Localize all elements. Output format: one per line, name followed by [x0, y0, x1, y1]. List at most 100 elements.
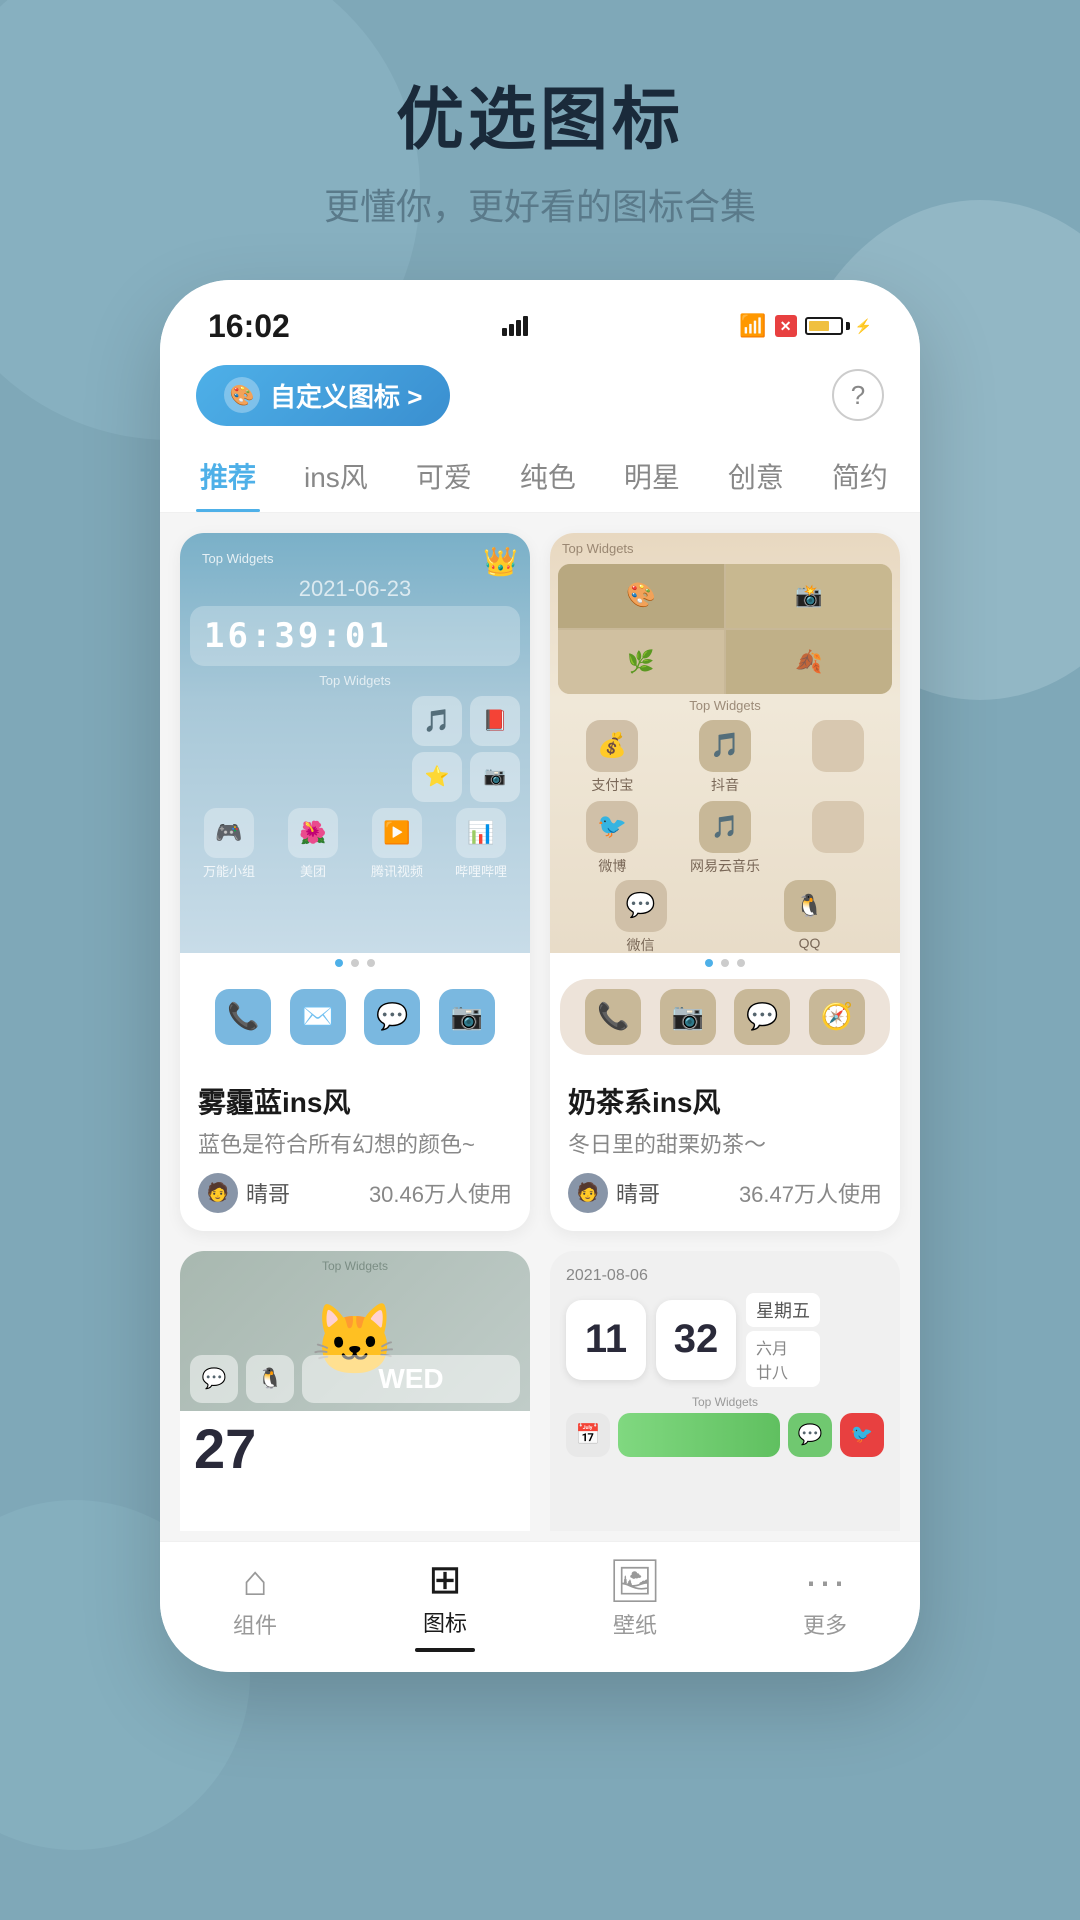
cal-num-2: 32 [656, 1300, 736, 1380]
dock-msg: 💬 [364, 989, 420, 1045]
phone-wrapper: 16:02 📶 ✕ ⚡ 🎨 [0, 280, 1080, 1672]
crown-badge: 👑 [483, 545, 518, 578]
nav-item-more[interactable]: ··· 更多 [730, 1560, 920, 1652]
author-name-blue: 晴哥 [246, 1177, 290, 1209]
blue-grid-icon-2: 🌺 美团 [274, 808, 352, 880]
blue-dock: 📞 ✉️ 💬 📷 [190, 979, 520, 1055]
cream-dock-msg: 💬 [734, 989, 790, 1045]
cal-app-row: 📅 💬 🐦 [566, 1413, 884, 1457]
theme-preview-cream: Top Widgets 🎨 📸 🌿 🍂 Top Widgets [550, 533, 900, 953]
cal-day-partial: 27 [194, 1421, 256, 1477]
custom-btn-label: 自定义图标 > [270, 377, 422, 414]
status-icons: 📶 ✕ ⚡ [739, 313, 872, 339]
cream-dots [550, 953, 900, 973]
signal-icon [502, 316, 528, 336]
preview-header-cream: Top Widgets [550, 533, 900, 560]
cream-icon-grid2: 🐦 微博 🎵 网易云音乐 [550, 799, 900, 878]
author-name-cream: 晴哥 [616, 1177, 660, 1209]
help-icon: ? [851, 380, 865, 411]
theme-users-blue: 30.46万人使用 [369, 1177, 512, 1209]
icon-label: 图标 [423, 1606, 467, 1638]
theme-card-cream[interactable]: Top Widgets 🎨 📸 🌿 🍂 Top Widgets [550, 533, 900, 1231]
tab-bar: 推荐 ins风 可爱 纯色 明星 创意 简约 [160, 442, 920, 513]
hero-title: 优选图标 [0, 80, 1080, 162]
preview-header-blue: Top Widgets [190, 543, 520, 570]
widget-icon: ⌂ [242, 1560, 267, 1602]
cal-num-1: 11 [566, 1300, 646, 1380]
theme-preview-blue: 👑 Top Widgets 2021-06-23 16:39:01 Top Wi [180, 533, 530, 953]
phone-frame: 16:02 📶 ✕ ⚡ 🎨 [160, 280, 920, 1672]
wallpaper-label: 壁纸 [613, 1608, 657, 1640]
more-icon: ··· [804, 1560, 846, 1602]
blue-app-icon-2: 📕 [470, 696, 520, 746]
dock-phone: 📞 [215, 989, 271, 1045]
dock-mail: ✉️ [290, 989, 346, 1045]
bottom-nav: ⌂ 组件 ⊞ 图标 🖼 壁纸 ··· 更多 [160, 1541, 920, 1672]
theme-desc-blue: 蓝色是符合所有幻想的颜色~ [198, 1127, 512, 1159]
calendar-preview: 2021-08-06 11 32 星期五 六月廿八 Top Widgets 📅 [550, 1251, 900, 1531]
tab-recommend[interactable]: 推荐 [196, 442, 260, 512]
theme-card-cat[interactable]: Top Widgets 🐱 💬 🐧 WED 27 [180, 1251, 530, 1531]
tab-star[interactable]: 明星 [620, 442, 684, 512]
theme-name-cream: 奶茶系ins风 [568, 1081, 882, 1121]
theme-info-cream: 奶茶系ins风 冬日里的甜栗奶茶～ 🧑 晴哥 36.47万人使用 [550, 1065, 900, 1231]
more-label: 更多 [803, 1608, 847, 1640]
cream-dock-compass: 🧭 [809, 989, 865, 1045]
cal-weekday: 星期五 [746, 1293, 820, 1327]
battery-icon: ⚡ [805, 317, 872, 335]
theme-grid: 👑 Top Widgets 2021-06-23 16:39:01 Top Wi [180, 533, 900, 1531]
custom-icon-button[interactable]: 🎨 自定义图标 > [196, 365, 450, 426]
wallpaper-icon: 🖼 [608, 1560, 661, 1602]
cal-lunar: 六月廿八 [746, 1331, 820, 1387]
theme-card-calendar[interactable]: 2021-08-06 11 32 星期五 六月廿八 Top Widgets 📅 [550, 1251, 900, 1531]
cream-icon-grid3: 💬 微信 🐧 QQ [550, 878, 900, 953]
custom-icon: 🎨 [224, 377, 260, 413]
status-time: 16:02 [208, 308, 290, 345]
wifi-icon: 📶 [739, 313, 766, 339]
tab-ins[interactable]: ins风 [300, 442, 372, 512]
icon-icon: ⊞ [428, 1560, 462, 1600]
tab-simple[interactable]: 简约 [828, 442, 892, 512]
widget-label: 组件 [233, 1608, 277, 1640]
cream-dock-phone: 📞 [585, 989, 641, 1045]
blue-grid-icon-4: 📊 哔哩哔哩 [442, 808, 520, 880]
cream-widget-label: Top Widgets [550, 698, 900, 713]
blue-app-icon-3: ⭐ [412, 752, 462, 802]
cream-dock: 📞 📷 💬 🧭 [560, 979, 890, 1055]
hero-subtitle: 更懂你，更好看的图标合集 [0, 178, 1080, 230]
blue-grid-icon-3: ▶️ 腾讯视频 [358, 808, 436, 880]
nav-item-wallpaper[interactable]: 🖼 壁纸 [540, 1560, 730, 1652]
theme-footer-blue: 🧑 晴哥 30.46万人使用 [198, 1173, 512, 1213]
custom-banner: 🎨 自定义图标 > ? [160, 355, 920, 442]
theme-users-cream: 36.47万人使用 [739, 1177, 882, 1209]
cat-preview: Top Widgets 🐱 💬 🐧 WED [180, 1251, 530, 1411]
tab-solid[interactable]: 纯色 [516, 442, 580, 512]
tab-cute[interactable]: 可爱 [412, 442, 476, 512]
cream-icon-grid: 💰 支付宝 🎵 抖音 [550, 716, 900, 799]
blue-app-icon-1: 🎵 [412, 696, 462, 746]
blue-app-icon-4: 📷 [470, 752, 520, 802]
blue-dots [180, 953, 530, 973]
cal-date-display: 11 32 星期五 六月廿八 [566, 1293, 884, 1387]
theme-info-blue: 雾霾蓝ins风 蓝色是符合所有幻想的颜色~ 🧑 晴哥 30.46万人使用 [180, 1065, 530, 1231]
tab-creative[interactable]: 创意 [724, 442, 788, 512]
blue-grid-icon-1: 🎮 万能小组 [190, 808, 268, 880]
author-avatar-blue: 🧑 [198, 1173, 238, 1213]
theme-footer-cream: 🧑 晴哥 36.47万人使用 [568, 1173, 882, 1213]
battery-bolt: ⚡ [855, 318, 872, 335]
theme-author-blue: 🧑 晴哥 [198, 1173, 290, 1213]
cal-date-header: 2021-08-06 [566, 1267, 884, 1285]
hero-section: 优选图标 更懂你，更好看的图标合集 [0, 0, 1080, 260]
nav-item-icon[interactable]: ⊞ 图标 [350, 1560, 540, 1652]
help-button[interactable]: ? [832, 369, 884, 421]
theme-card-blue[interactable]: 👑 Top Widgets 2021-06-23 16:39:01 Top Wi [180, 533, 530, 1231]
theme-desc-cream: 冬日里的甜栗奶茶～ [568, 1127, 882, 1159]
x-icon: ✕ [775, 315, 797, 337]
dock-camera: 📷 [439, 989, 495, 1045]
cream-collage: 🎨 📸 🌿 🍂 [558, 564, 892, 694]
author-avatar-cream: 🧑 [568, 1173, 608, 1213]
status-bar: 16:02 📶 ✕ ⚡ [160, 280, 920, 355]
theme-author-cream: 🧑 晴哥 [568, 1173, 660, 1213]
theme-name-blue: 雾霾蓝ins风 [198, 1081, 512, 1121]
nav-item-widget[interactable]: ⌂ 组件 [160, 1560, 350, 1652]
